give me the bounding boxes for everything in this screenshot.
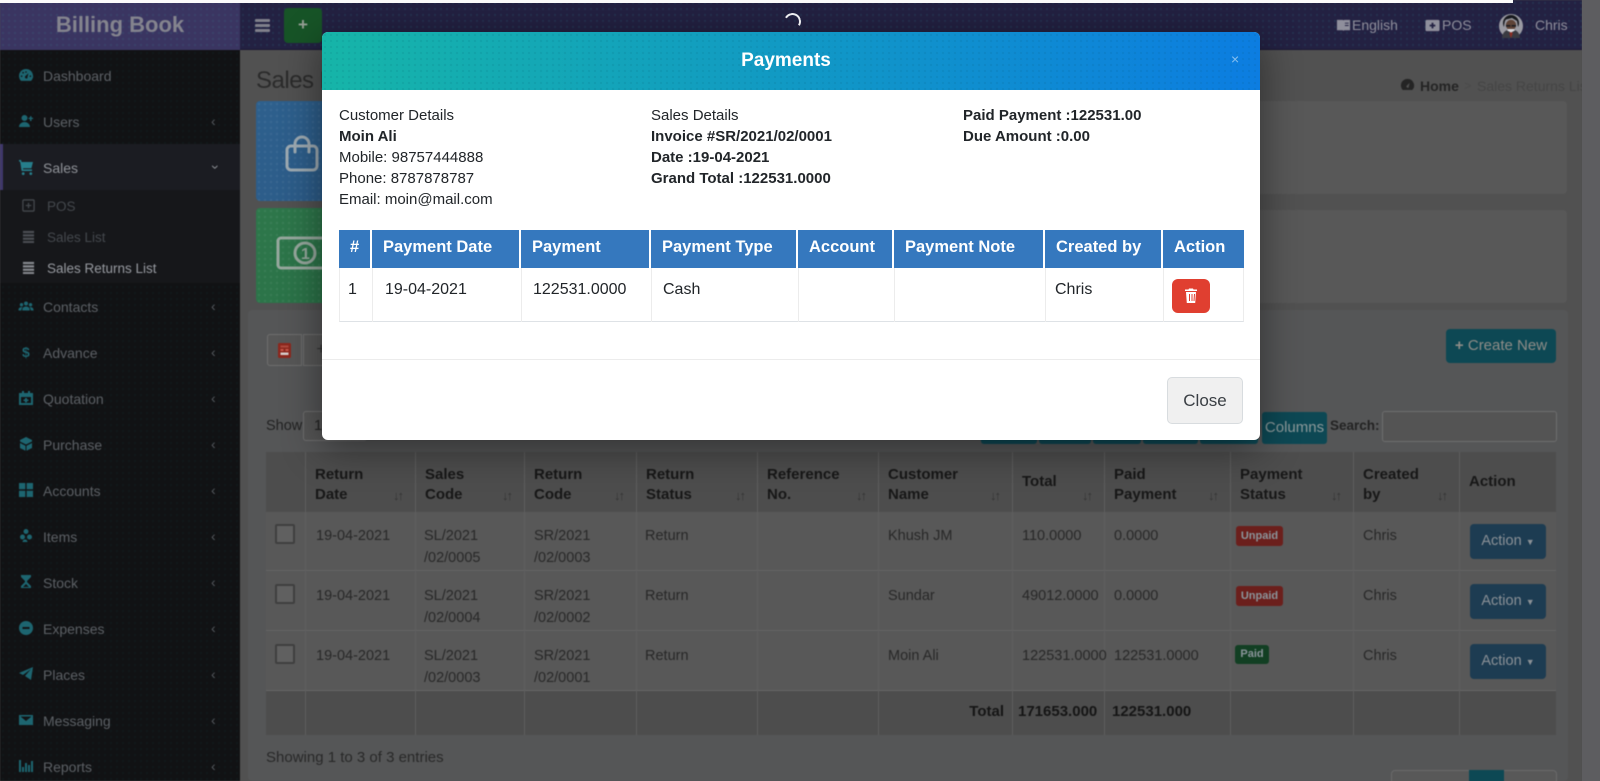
svg-text:$: $	[22, 344, 30, 360]
svg-text:1: 1	[301, 246, 310, 263]
